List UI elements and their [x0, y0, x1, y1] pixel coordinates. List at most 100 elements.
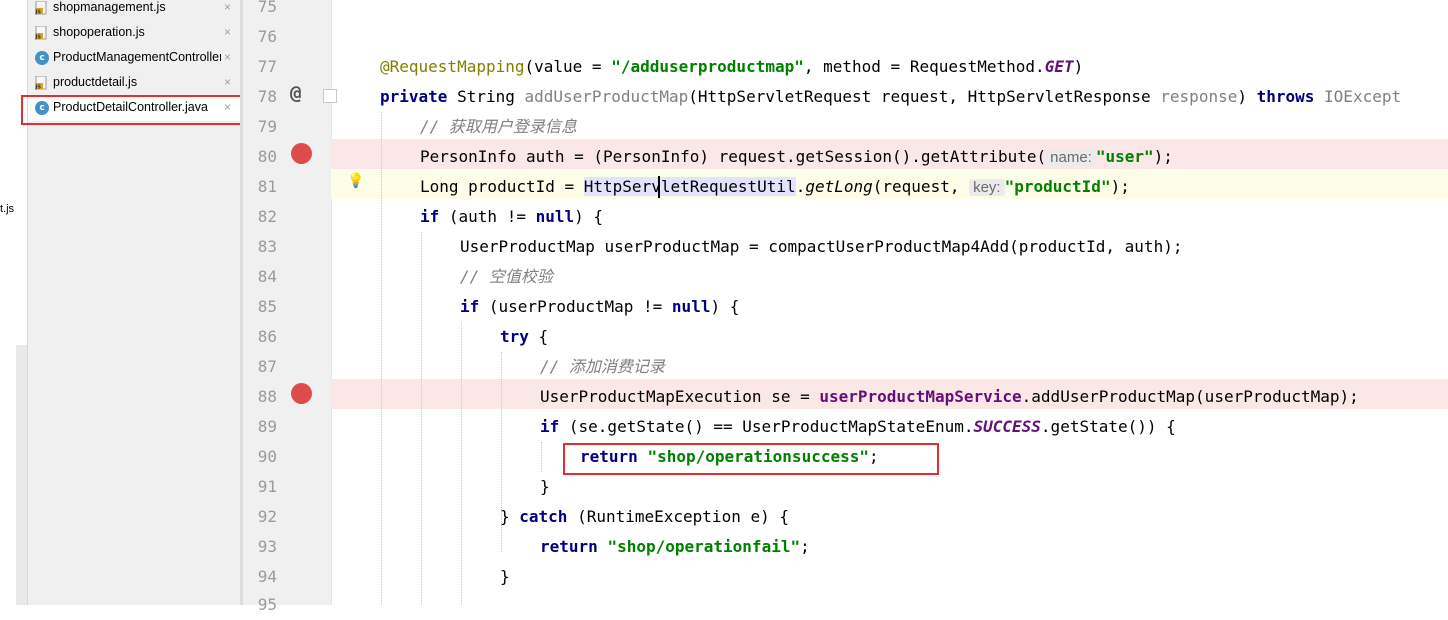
code-line-92[interactable]: } catch (RuntimeException e) {: [500, 502, 789, 532]
token: ) {: [710, 297, 740, 316]
code-line-83[interactable]: UserProductMap userProductMap = compactU…: [460, 232, 1182, 262]
close-icon[interactable]: ×: [224, 0, 231, 14]
lightbulb-icon[interactable]: 💡: [347, 173, 364, 189]
tab-productmanagementcontroller-java[interactable]: c ProductManagementController.java ×: [28, 46, 241, 71]
line-number: 78: [257, 87, 277, 106]
code-line-84[interactable]: // 空值校验: [460, 262, 553, 292]
token-string: "shop/operationfail": [607, 537, 801, 556]
code-line-80[interactable]: PersonInfo auth = (PersonInfo) request.g…: [420, 142, 1173, 173]
code-line-85[interactable]: if (userProductMap != null) {: [460, 292, 739, 322]
token: .getState()) {: [1040, 417, 1176, 436]
line-number: 82: [257, 207, 277, 226]
token: ) {: [574, 207, 604, 226]
token-static-field: GET: [1044, 57, 1074, 76]
token-comment: // 获取用户登录信息: [420, 117, 577, 136]
token: , method = RequestMethod.: [803, 57, 1045, 76]
tab-shopmanagement-js[interactable]: JS shopmanagement.js ×: [28, 0, 241, 21]
return-statement-highlight-box: [563, 443, 939, 475]
tab-label: shopoperation.js: [53, 25, 145, 39]
token: PersonInfo auth = (PersonInfo) request.g…: [420, 147, 1047, 166]
token: IOExcept: [1314, 87, 1402, 106]
code-line-81[interactable]: Long productId = HttpServletRequestUtil.…: [420, 172, 1130, 203]
line-number: 80: [257, 147, 277, 166]
code-line-91[interactable]: }: [540, 472, 550, 502]
indent-guide: [461, 322, 462, 605]
fold-icon[interactable]: [323, 89, 337, 103]
token-field: userProductMapService: [819, 387, 1022, 406]
line-number: 92: [257, 507, 277, 526]
svg-text:JS: JS: [35, 35, 41, 41]
token: );: [1110, 177, 1130, 196]
tab-label: shopmanagement.js: [53, 0, 166, 14]
token: );: [1153, 147, 1173, 166]
line-number: 89: [257, 417, 277, 436]
editor-tabs-list: JS shopmanagement.js × JS shopoperation.…: [27, 0, 241, 605]
token-keyword: return: [540, 537, 598, 556]
token: ;: [800, 537, 810, 556]
code-line-77[interactable]: @RequestMapping(value = "/adduserproduct…: [380, 52, 1083, 82]
token-keyword: try: [500, 327, 529, 346]
line-number: 88: [257, 387, 277, 406]
token: ): [1237, 87, 1257, 106]
parameter-hint: name:: [1046, 149, 1096, 166]
token-keyword: catch: [519, 507, 568, 526]
code-line-89[interactable]: if (se.getState() == UserProductMapState…: [540, 412, 1176, 442]
token: ): [1073, 57, 1084, 76]
token-comment: // 添加消费记录: [540, 357, 665, 376]
breakpoint-icon[interactable]: [291, 143, 312, 164]
code-line-87[interactable]: // 添加消费记录: [540, 352, 665, 382]
code-line-94[interactable]: }: [500, 562, 510, 592]
token-keyword: if: [540, 417, 560, 436]
token-keyword: private: [380, 87, 448, 106]
token: (se.getState() == UserProductMapStateEnu…: [559, 417, 974, 436]
parameter-hint: key:: [969, 179, 1005, 196]
truncated-file-label[interactable]: t.js: [0, 203, 14, 215]
svg-text:JS: JS: [35, 85, 41, 91]
line-number: 75: [257, 0, 277, 16]
project-panel-scrollbar[interactable]: [16, 345, 27, 605]
token-unused-method: addUserProductMap: [524, 87, 689, 106]
token-keyword: null: [671, 297, 711, 316]
code-line-82[interactable]: if (auth != null) {: [420, 202, 603, 232]
code-line-93[interactable]: return "shop/operationfail";: [540, 532, 810, 562]
token: (HttpServletRequest request, HttpServlet…: [688, 87, 1161, 106]
tab-shopoperation-js[interactable]: JS shopoperation.js ×: [28, 21, 241, 46]
line-number: 85: [257, 297, 277, 316]
token: (auth !=: [439, 207, 536, 226]
token: (value =: [524, 57, 612, 76]
code-line-78[interactable]: private String addUserProductMap(HttpSer…: [380, 82, 1401, 112]
token: (userProductMap !=: [479, 297, 672, 316]
line-number: 93: [257, 537, 277, 556]
token-keyword: null: [535, 207, 575, 226]
indent-guide: [381, 112, 382, 605]
token: (request,: [872, 177, 970, 196]
close-icon[interactable]: ×: [224, 50, 231, 64]
override-marker-icon[interactable]: @: [290, 82, 301, 104]
token-keyword: throws: [1256, 87, 1315, 106]
token-string: "user": [1095, 147, 1154, 166]
close-icon[interactable]: ×: [224, 75, 231, 89]
token-static-method: getLong: [805, 177, 873, 196]
js-file-icon: JS: [35, 0, 49, 16]
token: .: [795, 177, 806, 196]
code-line-79[interactable]: // 获取用户登录信息: [420, 112, 577, 142]
close-icon[interactable]: ×: [224, 25, 231, 39]
code-line-86[interactable]: try {: [500, 322, 548, 352]
line-number: 84: [257, 267, 277, 286]
line-number: 77: [257, 57, 277, 76]
indent-guide: [421, 232, 422, 605]
token: UserProductMap userProductMap = compactU…: [460, 237, 1183, 256]
token: .addUserProductMap(userProductMap);: [1021, 387, 1359, 406]
line-number: 95: [257, 595, 277, 614]
code-line-88[interactable]: UserProductMapExecution se = userProduct…: [540, 382, 1359, 412]
token: (RuntimeException e) {: [567, 507, 789, 526]
line-number: 83: [257, 237, 277, 256]
breakpoint-icon[interactable]: [291, 383, 312, 404]
line-number: 90: [257, 447, 277, 466]
java-class-icon: c: [35, 51, 49, 65]
tab-productdetail-js[interactable]: JS productdetail.js ×: [28, 71, 241, 96]
project-panel-edge: t.js: [0, 0, 27, 605]
line-number: 76: [257, 27, 277, 46]
line-number: 94: [257, 567, 277, 586]
